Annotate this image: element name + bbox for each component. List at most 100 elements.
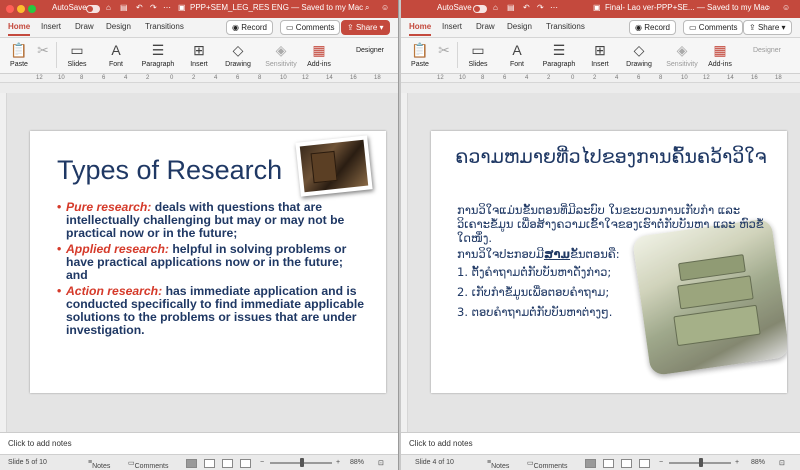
title-bar: AutoSave ⌂ ▤ ↶ ↷ ⋯ ▣ Final- Lao ver-PPP+… <box>401 0 800 18</box>
comments-button[interactable]: ▭ Comments <box>683 20 744 35</box>
autosave-toggle[interactable] <box>473 5 487 13</box>
comments-toggle[interactable]: ▭ Comments <box>128 459 168 470</box>
share-button[interactable]: ⇪ Share ▾ <box>743 20 792 35</box>
tab-draw[interactable]: Draw <box>75 22 94 31</box>
zoom-slider-knob[interactable] <box>300 458 304 467</box>
paragraph-button[interactable]: ☰ Paragraph <box>539 41 579 68</box>
paste-button[interactable]: 📋 Paste <box>6 41 32 68</box>
designer-button[interactable]: Designer <box>352 41 388 54</box>
slide-sorter-button[interactable] <box>603 459 614 468</box>
slideshow-button[interactable] <box>639 459 650 468</box>
home-icon[interactable]: ⌂ <box>493 3 498 12</box>
undo-icon[interactable]: ↶ <box>136 3 143 12</box>
bullet-icon: • <box>57 200 62 214</box>
paragraph-button[interactable]: ☰ Paragraph <box>138 41 178 68</box>
drawing-button[interactable]: ◇ Drawing <box>220 41 256 68</box>
redo-icon[interactable]: ↷ <box>537 3 544 12</box>
tab-insert[interactable]: Insert <box>442 22 462 31</box>
minimize-window-button[interactable] <box>17 5 25 13</box>
law-books-photo[interactable] <box>295 135 373 197</box>
slide-title[interactable]: Types of Research <box>57 155 282 186</box>
file-icon: ▣ <box>178 3 186 12</box>
status-bar: Slide 4 of 10 ≡ Notes ▭ Comments − + 88%… <box>401 454 800 470</box>
fit-to-window-icon[interactable]: ⊡ <box>779 459 785 467</box>
autosave-toggle[interactable] <box>86 5 100 13</box>
normal-view-button[interactable] <box>186 459 197 468</box>
close-window-button[interactable] <box>6 5 14 13</box>
title-bar: AutoSave ⌂ ▤ ↶ ↷ ⋯ ▣ PPP+SEM_LEG_RES ENG… <box>0 0 398 18</box>
comment-icon: ▭ <box>689 23 697 32</box>
bullet-item: • Applied research: helpful in solving pr… <box>57 242 347 282</box>
horizontal-ruler: 12 10 8 6 4 2 0 2 4 6 8 10 12 14 16 18 <box>0 74 398 83</box>
zoom-out-button[interactable]: − <box>260 459 264 466</box>
sensitivity-button[interactable]: ◈ Sensitivity <box>661 41 703 68</box>
zoom-slider-knob[interactable] <box>699 458 703 467</box>
drawing-button[interactable]: ◇ Drawing <box>621 41 657 68</box>
record-button[interactable]: ◉ Record <box>226 20 274 35</box>
normal-view-button[interactable] <box>585 459 596 468</box>
clipboard-tools[interactable]: ✂ <box>435 41 453 61</box>
search-icon[interactable]: ⌕ <box>365 3 369 13</box>
reading-view-button[interactable] <box>621 459 632 468</box>
slide-title[interactable]: ຄວາມຫມາຍທີ່ວໄປຂອງການຄົ້ນຄວ້າວິໃຈ <box>451 147 771 167</box>
comments-toggle[interactable]: ▭ Comments <box>527 459 567 470</box>
font-button[interactable]: A Font <box>98 41 134 68</box>
clipboard-tools[interactable]: ✂ <box>34 41 52 61</box>
more-icon[interactable]: ⋯ <box>163 3 171 12</box>
tab-transitions[interactable]: Transitions <box>546 22 585 31</box>
save-icon[interactable]: ▤ <box>507 3 515 12</box>
fit-to-window-icon[interactable]: ⊡ <box>378 459 384 467</box>
bullet-list[interactable]: • Pure research: deals with questions tha… <box>57 201 367 340</box>
zoom-level[interactable]: 88% <box>751 459 765 466</box>
slideshow-button[interactable] <box>240 459 251 468</box>
font-button[interactable]: A Font <box>499 41 535 68</box>
insert-button[interactable]: ⊞ Insert <box>182 41 216 68</box>
comments-button[interactable]: ▭ Comments <box>280 20 341 35</box>
tab-design[interactable]: Design <box>106 22 131 31</box>
sensitivity-button[interactable]: ◈ Sensitivity <box>260 41 302 68</box>
notes-toggle[interactable]: ≡ Notes <box>487 459 509 470</box>
slide[interactable]: ຄວາມຫມາຍທີ່ວໄປຂອງການຄົ້ນຄວ້າວິໃຈ ການວິໃຈ… <box>431 131 787 393</box>
home-icon[interactable]: ⌂ <box>106 3 111 12</box>
zoom-in-button[interactable]: + <box>336 459 340 466</box>
clipboard-icon: 📋 <box>411 42 429 58</box>
account-icon[interactable]: ☺ <box>381 3 389 12</box>
slide-body[interactable]: ການວິໃຈແມ່ນຂັ້ນຕອນທີ່ມີລະບົບ ໃນຂະບວນການເ… <box>457 203 769 325</box>
slide[interactable]: Types of Research • Pure research: deals … <box>30 131 386 393</box>
save-icon[interactable]: ▤ <box>120 3 128 12</box>
paste-button[interactable]: 📋 Paste <box>407 41 433 68</box>
tab-draw[interactable]: Draw <box>476 22 495 31</box>
tab-design[interactable]: Design <box>507 22 532 31</box>
reading-view-button[interactable] <box>222 459 233 468</box>
slides-button[interactable]: ▭ Slides <box>461 41 495 68</box>
file-icon: ▣ <box>593 3 601 12</box>
zoom-window-button[interactable] <box>28 5 36 13</box>
slide-sorter-button[interactable] <box>204 459 215 468</box>
shapes-icon: ◇ <box>232 42 244 58</box>
tab-transitions[interactable]: Transitions <box>145 22 184 31</box>
insert-button[interactable]: ⊞ Insert <box>583 41 617 68</box>
undo-icon[interactable]: ↶ <box>523 3 530 12</box>
search-icon[interactable]: ⌕ <box>766 3 770 13</box>
addins-button[interactable]: ▦ Add-ins <box>705 41 735 68</box>
addins-button[interactable]: ▦ Add-ins <box>304 41 334 68</box>
notes-pane[interactable]: Click to add notes <box>0 432 398 454</box>
zoom-level[interactable]: 88% <box>350 459 364 466</box>
vertical-ruler <box>0 93 7 432</box>
record-button[interactable]: ◉ Record <box>629 20 677 35</box>
designer-icon <box>747 41 787 45</box>
redo-icon[interactable]: ↷ <box>150 3 157 12</box>
more-icon[interactable]: ⋯ <box>550 3 558 12</box>
tab-home[interactable]: Home <box>409 22 432 36</box>
account-icon[interactable]: ☺ <box>782 3 790 12</box>
share-button[interactable]: ⇪ Share ▾ <box>341 20 390 35</box>
insert-icon: ⊞ <box>594 42 606 58</box>
zoom-out-button[interactable]: − <box>659 459 663 466</box>
tab-insert[interactable]: Insert <box>41 22 61 31</box>
designer-button[interactable]: Designer <box>747 41 787 54</box>
notes-toggle[interactable]: ≡ Notes <box>88 459 110 470</box>
tab-home[interactable]: Home <box>8 22 31 36</box>
zoom-in-button[interactable]: + <box>735 459 739 466</box>
notes-pane[interactable]: Click to add notes <box>401 432 800 454</box>
slides-button[interactable]: ▭ Slides <box>60 41 94 68</box>
